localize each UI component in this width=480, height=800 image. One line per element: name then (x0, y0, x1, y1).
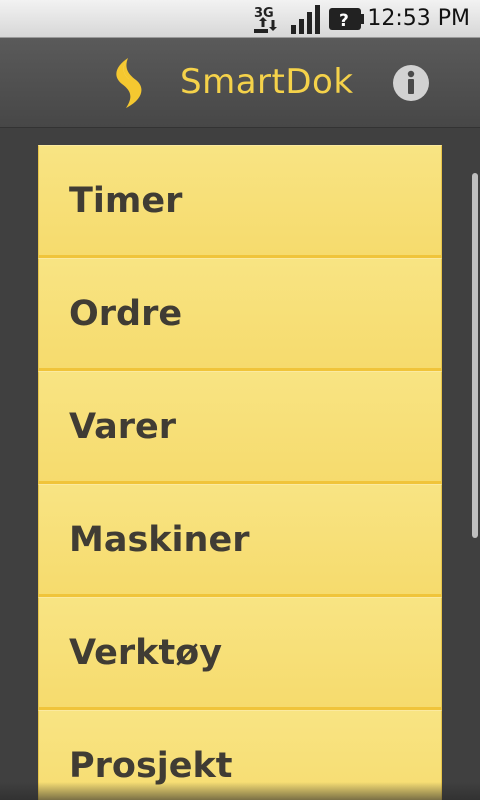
signal-strength-icon (290, 3, 324, 39)
menu-item-label: Ordre (69, 294, 183, 334)
status-bar: 3G ? 12:53 PM (0, 0, 480, 38)
menu-item-varer[interactable]: Varer (38, 371, 442, 484)
menu-item-maskiner[interactable]: Maskiner (38, 484, 442, 597)
menu-item-label: Verktøy (69, 633, 223, 673)
3g-data-icon: 3G (252, 3, 282, 39)
status-time: 12:53 PM (367, 6, 470, 31)
menu-item-label: Timer (69, 181, 183, 221)
title-bar: SmartDok (0, 38, 480, 128)
menu-item-ordre[interactable]: Ordre (38, 258, 442, 371)
app-title: SmartDok (180, 62, 354, 102)
menu-item-label: Varer (69, 407, 177, 447)
info-icon[interactable] (392, 64, 430, 102)
menu-scroll-area[interactable]: Timer Ordre Varer Maskiner Verktøy Prosj… (0, 128, 480, 800)
menu-item-label: Prosjekt (69, 746, 233, 786)
svg-text:?: ? (339, 11, 349, 31)
menu-item-timer[interactable]: Timer (38, 145, 442, 258)
menu-item-verktoy[interactable]: Verktøy (38, 597, 442, 710)
battery-unknown-icon: ? (328, 3, 364, 39)
menu-item-label: Maskiner (69, 520, 250, 560)
menu-list: Timer Ordre Varer Maskiner Verktøy Prosj… (38, 145, 442, 800)
scrollbar[interactable] (472, 173, 478, 538)
smartdok-logo-icon (108, 56, 152, 114)
menu-item-prosjekt[interactable]: Prosjekt (38, 710, 442, 800)
